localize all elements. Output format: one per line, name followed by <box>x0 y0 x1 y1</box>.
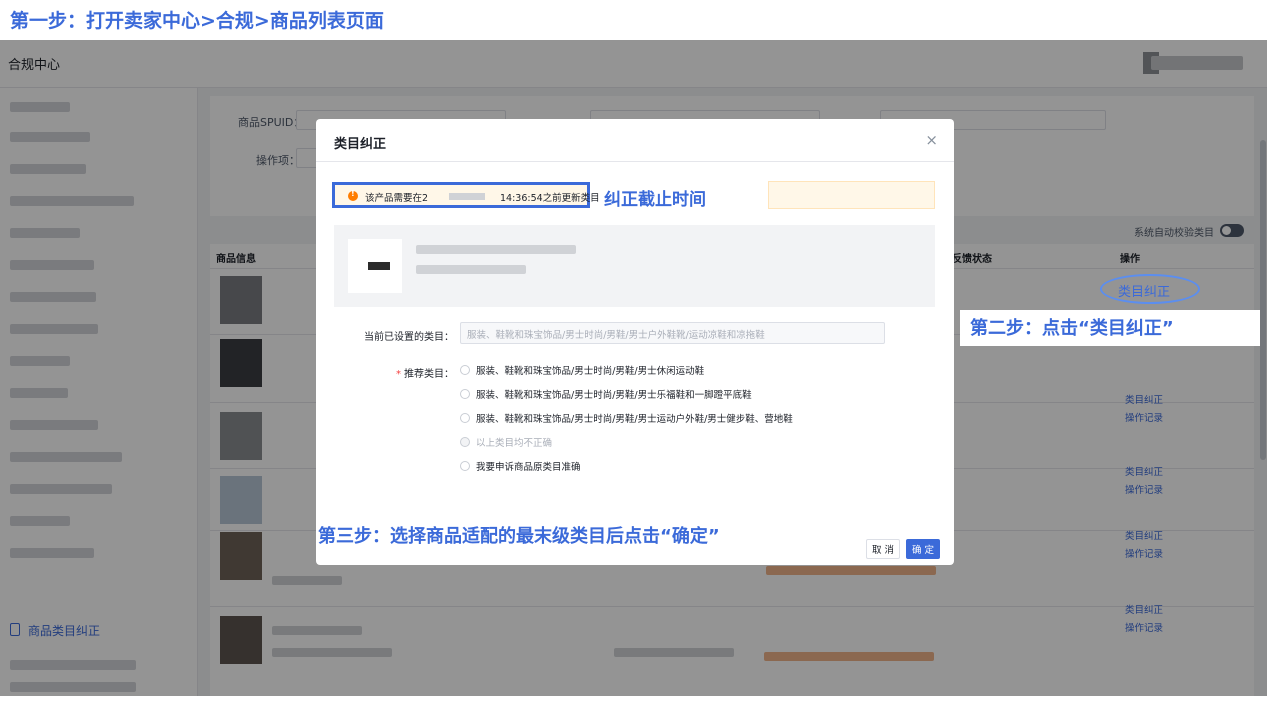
category-option-label: 服装、鞋靴和珠宝饰品/男士时尚/男鞋/男士运动户外鞋/男士健步鞋、营地鞋 <box>476 414 793 425</box>
appeal-option-label: 我要申诉商品原类目准确 <box>476 462 581 473</box>
action-highlight-circle <box>1100 274 1200 304</box>
recommended-category-label: * 推荐类目： <box>316 365 454 380</box>
category-correction-modal: 类目纠正 × 该产品需要在2 14:36:54之前更新类目 纠正截止时间 当前已… <box>316 119 954 565</box>
current-category-field: 服装、鞋靴和珠宝饰品/男士时尚/男鞋/男士户外鞋靴/运动凉鞋和凉拖鞋 <box>460 322 885 344</box>
radio-circle <box>460 437 470 447</box>
notice-time: 14:36:54之前更新类目 <box>500 193 600 204</box>
radio-circle[interactable] <box>460 389 470 399</box>
category-option-label: 服装、鞋靴和珠宝饰品/男士时尚/男鞋/男士乐福鞋和一脚蹬平底鞋 <box>476 390 752 401</box>
step3-annotation: 第三步：选择商品适配的最末级类目后点击“确定” <box>318 526 720 547</box>
required-star: * <box>396 369 401 380</box>
notice-date-blurred <box>449 193 485 200</box>
radio-circle[interactable] <box>460 365 470 375</box>
close-icon[interactable]: × <box>925 131 938 149</box>
deadline-annotation: 纠正截止时间 <box>604 190 706 210</box>
category-option-label: 以上类目均不正确 <box>476 438 553 449</box>
product-card <box>334 225 935 307</box>
category-option-label: 服装、鞋靴和珠宝饰品/男士时尚/男鞋/男士休闲运动鞋 <box>476 366 705 377</box>
notice-text: 该产品需要在2 <box>365 193 429 204</box>
step1-annotation: 第一步：打开卖家中心>合规>商品列表页面 <box>10 10 384 32</box>
modal-divider <box>316 161 954 162</box>
radio-circle[interactable] <box>460 461 470 471</box>
cancel-button[interactable]: 取 消 <box>866 539 900 559</box>
modal-title: 类目纠正 <box>334 137 387 152</box>
notice-background <box>768 181 935 209</box>
radio-circle[interactable] <box>460 413 470 423</box>
deadline-notice: 该产品需要在2 14:36:54之前更新类目 <box>332 182 600 208</box>
product-meta-blurred <box>416 265 526 274</box>
confirm-button[interactable]: 确 定 <box>906 539 940 559</box>
step2-annotation: 第二步：点击“类目纠正” <box>970 318 1174 339</box>
current-category-label: 当前已设置的类目： <box>364 332 454 343</box>
product-image <box>348 239 402 293</box>
product-title-blurred <box>416 245 576 254</box>
product-image-mark <box>368 262 390 270</box>
warning-icon <box>348 189 358 201</box>
recommended-category-text: 推荐类目： <box>404 369 454 380</box>
